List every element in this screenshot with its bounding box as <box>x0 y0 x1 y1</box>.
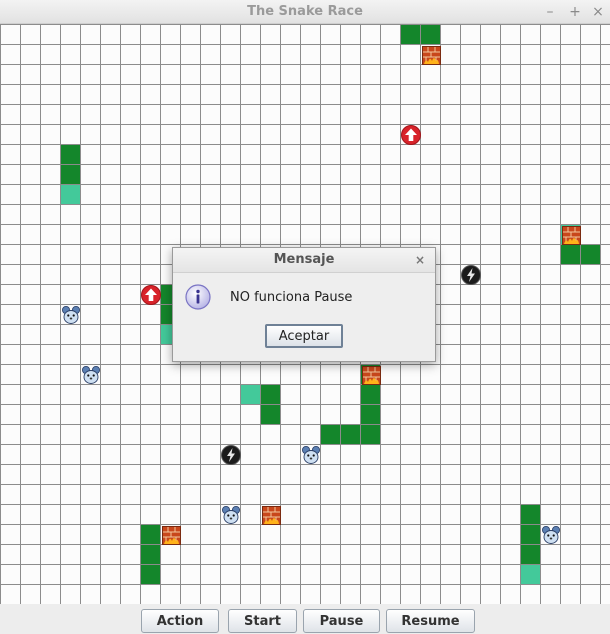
snake-segment <box>521 545 540 564</box>
window-title: The Snake Race <box>247 4 363 19</box>
fire-brick-icon <box>161 525 181 545</box>
up-arrow-icon <box>141 285 161 305</box>
fire-brick-icon <box>261 505 281 525</box>
mouse-icon <box>61 305 81 325</box>
snake-tail-segment <box>241 385 260 404</box>
lightning-icon <box>221 445 241 465</box>
lightning-icon <box>461 265 481 285</box>
resume-button[interactable]: Resume <box>386 609 475 633</box>
snake-tail-segment <box>521 565 540 584</box>
snake-segment <box>141 545 160 564</box>
mouse-icon <box>301 445 321 465</box>
snake-segment <box>361 425 380 444</box>
minimize-button[interactable]: – <box>540 2 560 22</box>
fire-brick-icon <box>421 45 441 65</box>
snake-tail-segment <box>61 185 80 204</box>
snake-segment <box>401 25 420 44</box>
snake-segment <box>561 245 580 264</box>
snake-segment <box>521 525 540 544</box>
snake-segment <box>261 405 280 424</box>
dialog-titlebar: Mensaje × <box>173 248 435 273</box>
snake-segment <box>361 385 380 404</box>
fire-brick-icon <box>561 225 581 245</box>
up-arrow-icon <box>401 125 421 145</box>
snake-segment <box>141 525 160 544</box>
dialog-title: Mensaje <box>273 252 335 267</box>
maximize-button[interactable]: + <box>565 2 585 22</box>
dialog-close-button[interactable]: × <box>415 248 425 272</box>
action-button[interactable]: Action <box>141 609 219 633</box>
snake-segment <box>321 425 340 444</box>
snake-segment <box>61 145 80 164</box>
info-icon <box>185 284 211 310</box>
close-window-button[interactable]: × <box>588 2 608 22</box>
snake-segment <box>581 245 600 264</box>
snake-segment <box>421 25 440 44</box>
pause-button[interactable]: Pause <box>303 609 380 633</box>
snake-segment <box>141 565 160 584</box>
snake-segment <box>521 505 540 524</box>
fire-brick-icon <box>361 365 381 385</box>
accept-button[interactable]: Aceptar <box>265 324 343 348</box>
snake-segment <box>341 425 360 444</box>
message-dialog: Mensaje × NO funciona Pause Aceptar <box>172 247 436 362</box>
mouse-icon <box>81 365 101 385</box>
mouse-icon <box>541 525 561 545</box>
window-titlebar: The Snake Race – + × <box>0 0 610 24</box>
mouse-icon <box>221 505 241 525</box>
snake-segment <box>61 165 80 184</box>
dialog-message: NO funciona Pause <box>230 290 353 305</box>
start-button[interactable]: Start <box>228 609 297 633</box>
control-bar: Action Start Pause Resume <box>0 604 610 634</box>
snake-segment <box>261 385 280 404</box>
snake-segment <box>361 405 380 424</box>
